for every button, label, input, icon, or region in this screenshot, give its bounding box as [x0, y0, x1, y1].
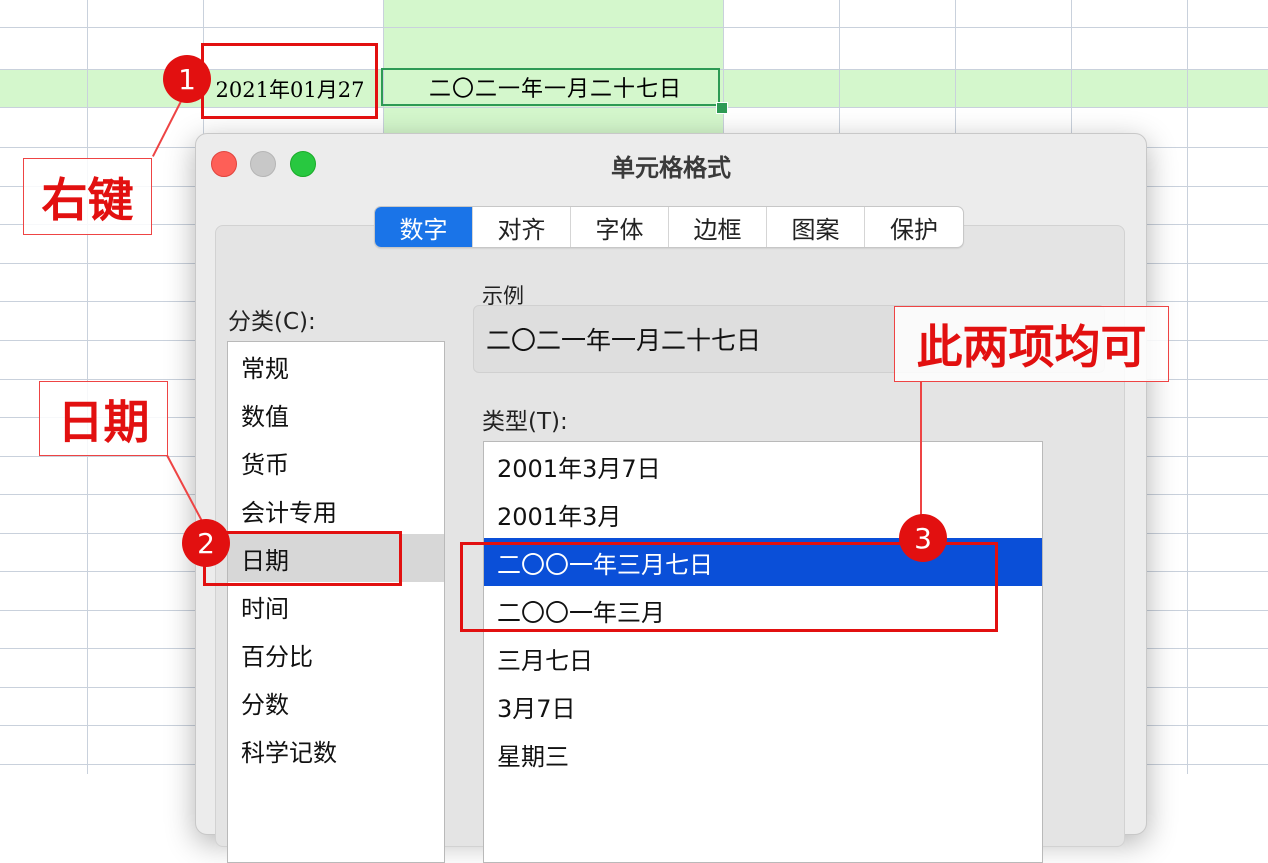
type-item[interactable]: 星期三 — [484, 730, 1042, 778]
category-label: 分类(C): — [228, 309, 316, 335]
category-item-scientific[interactable]: 科学记数 — [228, 726, 444, 774]
tab-font[interactable]: 字体 — [571, 207, 669, 247]
grid-line — [0, 27, 1268, 28]
category-item-percentage[interactable]: 百分比 — [228, 630, 444, 678]
category-item-fraction[interactable]: 分数 — [228, 678, 444, 726]
type-item[interactable]: 2001年3月 — [484, 490, 1042, 538]
grid-line — [1187, 0, 1188, 774]
step-3-marker: 3 — [899, 514, 947, 562]
dialog-title: 单元格格式 — [611, 154, 731, 182]
type-label: 类型(T): — [482, 409, 568, 435]
type-item[interactable]: 三月七日 — [484, 634, 1042, 682]
tab-pattern[interactable]: 图案 — [767, 207, 865, 247]
tab-alignment[interactable]: 对齐 — [473, 207, 571, 247]
tab-protection[interactable]: 保护 — [865, 207, 963, 247]
category-list[interactable]: 常规 数值 货币 会计专用 日期 时间 百分比 分数 科学记数 — [227, 341, 445, 863]
category-item-currency[interactable]: 货币 — [228, 438, 444, 486]
type-list[interactable]: 2001年3月7日 2001年3月 二〇〇一年三月七日 二〇〇一年三月 三月七日… — [483, 441, 1043, 863]
annotation-label-either-option: 此两项均可 — [894, 306, 1169, 382]
tab-bar: 数字 对齐 字体 边框 图案 保护 — [374, 206, 964, 248]
annotation-label-right-click: 右键 — [23, 158, 152, 235]
type-item[interactable]: 2001年3月7日 — [484, 442, 1042, 490]
category-item-accounting[interactable]: 会计专用 — [228, 486, 444, 534]
fill-handle[interactable] — [716, 102, 728, 114]
format-cells-dialog: 单元格格式 数字 对齐 字体 边框 图案 保护 分类(C): 常规 数值 货币 … — [195, 133, 1147, 863]
category-item-general[interactable]: 常规 — [228, 342, 444, 390]
annotation-highlight-date-category — [203, 531, 402, 586]
cell-formatted-date[interactable]: 二〇二一年一月二十七日 — [381, 68, 720, 106]
annotation-highlight-cell — [201, 43, 378, 119]
grid-line — [0, 107, 1268, 108]
annotation-label-date: 日期 — [39, 381, 168, 456]
tab-number[interactable]: 数字 — [375, 207, 473, 247]
category-item-number[interactable]: 数值 — [228, 390, 444, 438]
tab-border[interactable]: 边框 — [669, 207, 767, 247]
type-item[interactable]: 3月7日 — [484, 682, 1042, 730]
step-2-marker: 2 — [182, 519, 230, 567]
annotation-connector — [920, 381, 922, 521]
category-item-time[interactable]: 时间 — [228, 582, 444, 630]
dialog-titlebar: 单元格格式 — [196, 134, 1146, 192]
step-1-marker: 1 — [163, 55, 211, 103]
